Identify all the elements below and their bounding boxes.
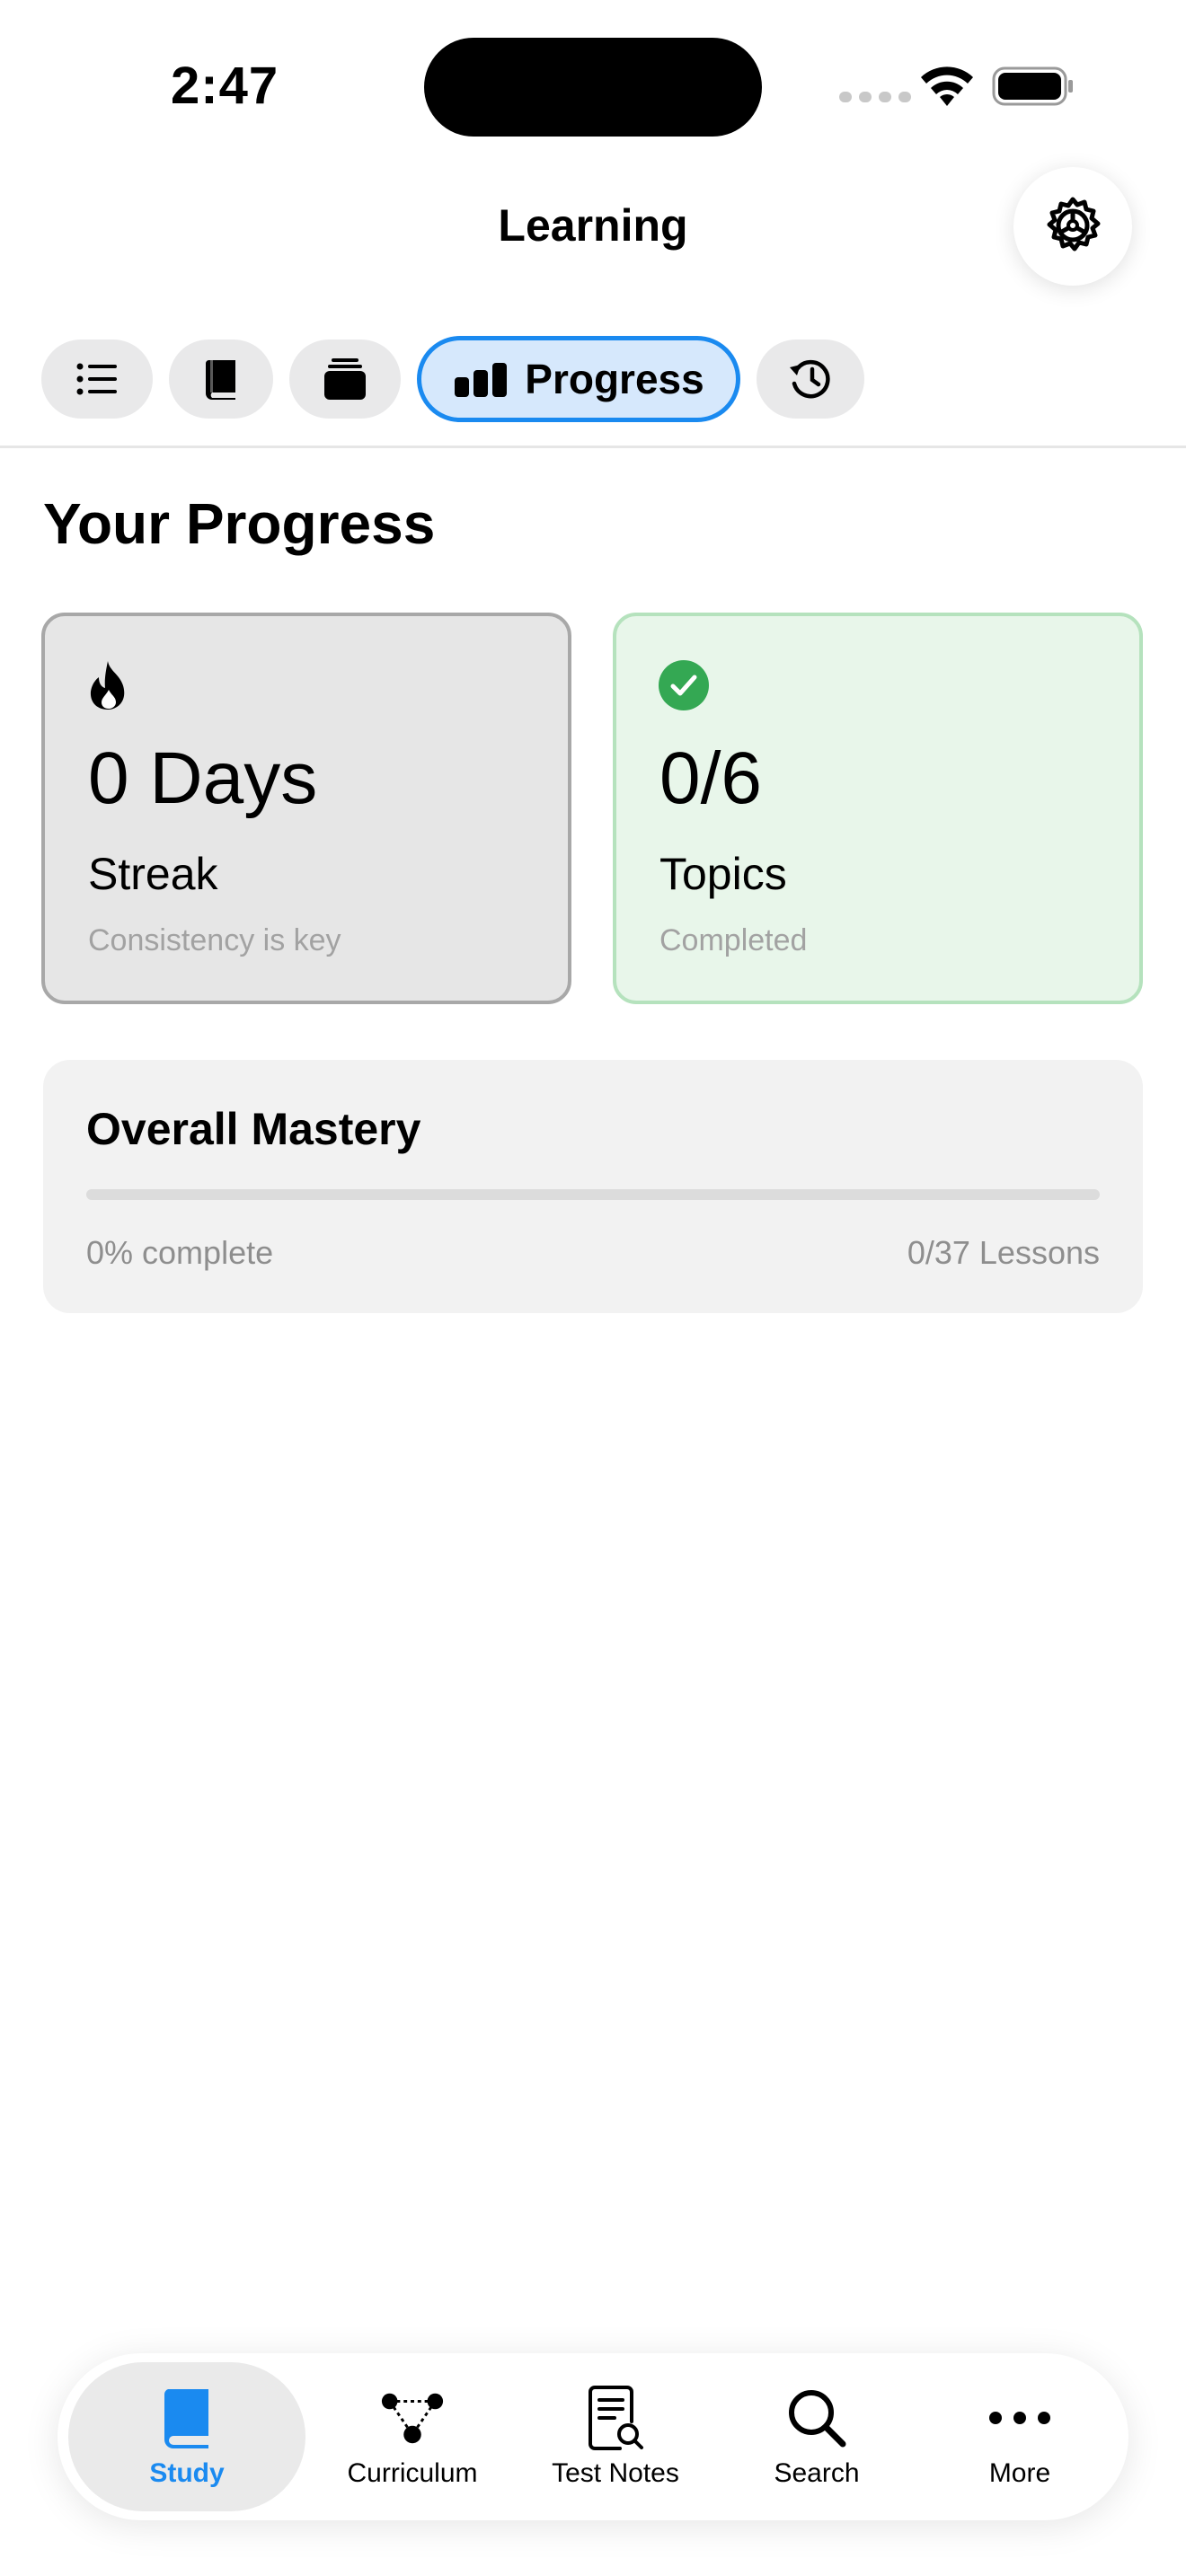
mastery-progress-bar bbox=[86, 1189, 1100, 1200]
section-tabs: Progress bbox=[41, 334, 881, 424]
tab-progress-label: Progress bbox=[525, 356, 704, 402]
tab-progress[interactable]: Progress bbox=[417, 336, 740, 422]
mastery-lessons-count: 0/37 Lessons bbox=[907, 1234, 1100, 1271]
tab-bar-curriculum-label: Curriculum bbox=[347, 2458, 478, 2488]
book-icon bbox=[205, 360, 235, 400]
wifi-icon bbox=[921, 66, 973, 106]
divider bbox=[0, 446, 1186, 448]
search-icon bbox=[789, 2390, 846, 2448]
tab-bar-more[interactable]: More bbox=[925, 2362, 1114, 2511]
mastery-percent: 0% complete bbox=[86, 1234, 274, 1271]
document-search-icon bbox=[589, 2386, 643, 2450]
topics-subtitle: Completed bbox=[659, 923, 808, 957]
bottom-tab-bar: Study Curriculum Test Notes Search More bbox=[58, 2353, 1128, 2520]
flame-icon bbox=[90, 661, 125, 710]
tab-bar-search-label: Search bbox=[774, 2458, 860, 2488]
tab-bar-curriculum[interactable]: Curriculum bbox=[318, 2362, 507, 2511]
topics-value: 0/6 bbox=[659, 737, 762, 819]
history-icon bbox=[790, 359, 830, 399]
tab-stack[interactable] bbox=[289, 340, 401, 419]
page-title: Learning bbox=[498, 200, 688, 251]
status-bar: 2:47 bbox=[0, 0, 1186, 171]
streak-card: 0 Days Streak Consistency is key bbox=[41, 613, 571, 1004]
battery-icon bbox=[992, 66, 1073, 106]
tab-bar-study-label: Study bbox=[149, 2458, 225, 2488]
check-circle-icon bbox=[659, 660, 709, 710]
tab-bar-test-notes[interactable]: Test Notes bbox=[521, 2362, 710, 2511]
tab-bar-more-label: More bbox=[988, 2458, 1051, 2488]
stack-icon bbox=[324, 358, 366, 400]
topics-card: 0/6 Topics Completed bbox=[613, 613, 1143, 1004]
graph-nodes-icon bbox=[381, 2393, 444, 2444]
streak-value: 0 Days bbox=[88, 737, 318, 819]
gear-icon bbox=[1047, 197, 1101, 251]
more-dots-icon bbox=[989, 2412, 1050, 2424]
mastery-card: Overall Mastery 0% complete 0/37 Lessons bbox=[43, 1060, 1143, 1313]
tab-history[interactable] bbox=[757, 340, 864, 419]
list-icon bbox=[76, 363, 117, 395]
book-icon bbox=[164, 2389, 208, 2448]
tab-bar-test-notes-label: Test Notes bbox=[552, 2458, 679, 2488]
topics-label: Topics bbox=[659, 849, 787, 899]
bar-chart-icon bbox=[455, 363, 508, 397]
dynamic-island bbox=[424, 38, 762, 137]
tab-book[interactable] bbox=[169, 340, 273, 419]
tab-bar-search[interactable]: Search bbox=[722, 2362, 911, 2511]
settings-button[interactable] bbox=[1013, 167, 1132, 286]
status-time: 2:47 bbox=[171, 57, 279, 115]
streak-label: Streak bbox=[88, 849, 218, 899]
cellular-signal-icon bbox=[839, 92, 911, 102]
section-title: Your Progress bbox=[43, 491, 436, 556]
tab-bar-study[interactable]: Study bbox=[68, 2362, 305, 2511]
mastery-title: Overall Mastery bbox=[86, 1104, 421, 1154]
streak-subtitle: Consistency is key bbox=[88, 923, 341, 957]
tab-list[interactable] bbox=[41, 340, 153, 419]
